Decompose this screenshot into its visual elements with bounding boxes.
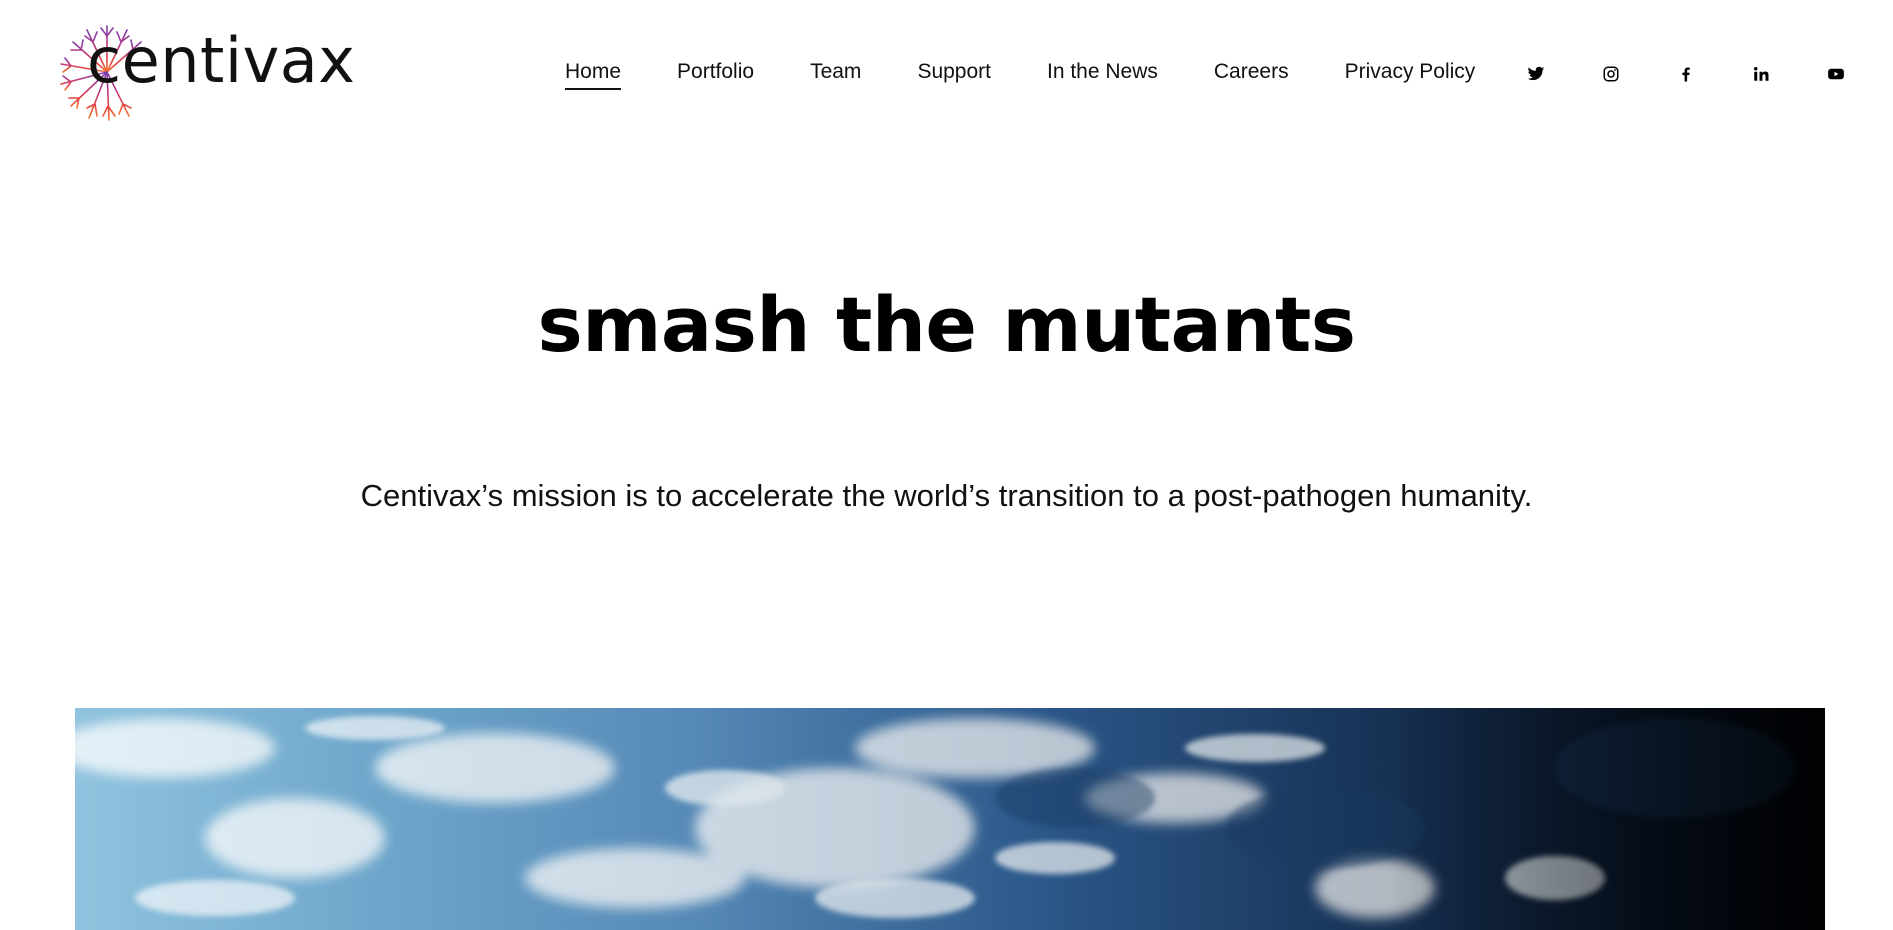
instagram-icon [1603,66,1619,82]
social-links [1525,62,1847,86]
nav-item-portfolio[interactable]: Portfolio [677,60,754,90]
linkedin-link[interactable] [1750,63,1772,85]
site-header: centivax Home Portfolio Team Support In … [0,0,1893,150]
nav-item-support[interactable]: Support [917,60,991,90]
logo-wordmark: centivax [87,24,356,97]
earth-cloud-texture [75,708,1825,930]
page: centivax Home Portfolio Team Support In … [0,0,1893,930]
earth-from-space-image [75,708,1825,930]
youtube-icon [1828,68,1844,80]
youtube-link[interactable] [1825,63,1847,85]
nav-item-in-the-news[interactable]: In the News [1047,60,1158,90]
main-nav: Home Portfolio Team Support In the News … [565,58,1475,92]
nav-item-careers[interactable]: Careers [1214,60,1289,90]
twitter-icon [1527,66,1545,81]
nav-item-team[interactable]: Team [810,60,861,90]
hero-title: smash the mutants [537,280,1356,369]
facebook-link[interactable] [1675,63,1697,85]
nav-item-privacy-policy[interactable]: Privacy Policy [1345,60,1476,90]
nav-item-home[interactable]: Home [565,60,622,90]
instagram-link[interactable] [1600,63,1622,85]
linkedin-icon [1754,67,1769,81]
facebook-icon [1682,67,1690,82]
twitter-link[interactable] [1525,63,1547,85]
hero-subtitle: Centivax’s mission is to accelerate the … [360,478,1533,513]
centivax-logo[interactable]: centivax [57,22,355,122]
